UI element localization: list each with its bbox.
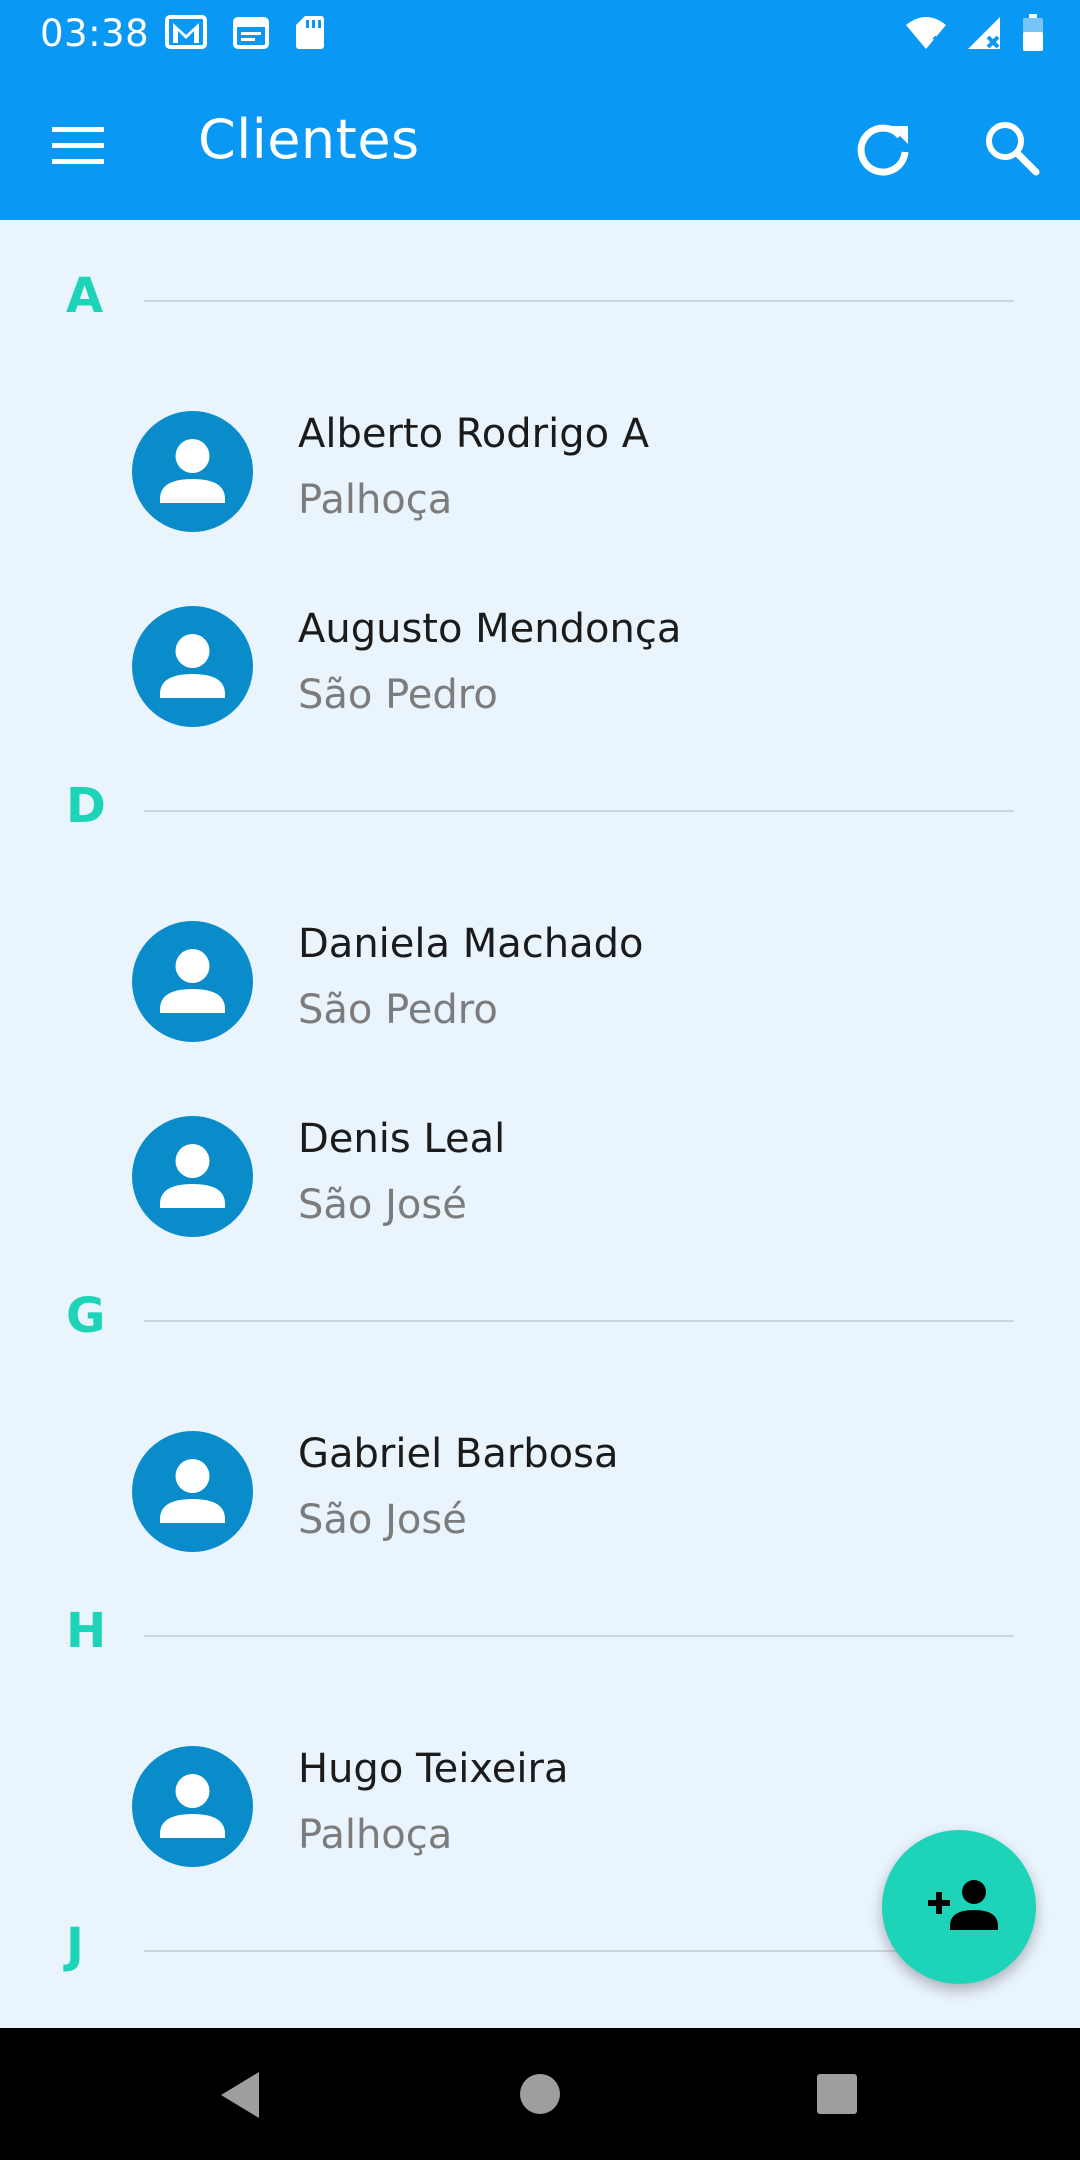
client-city: Palhoça <box>298 1812 453 1858</box>
client-name: Augusto Mendonça <box>298 606 682 652</box>
home-icon[interactable] <box>518 2072 562 2116</box>
avatar-person-icon <box>132 411 253 532</box>
client-item[interactable]: Alberto Rodrigo A Palhoça <box>0 385 1080 565</box>
avatar-person-icon <box>132 1431 253 1552</box>
client-name: Gabriel Barbosa <box>298 1431 619 1477</box>
avatar-person-icon <box>132 921 253 1042</box>
section-header-g: G <box>0 1280 1080 1360</box>
client-item[interactable]: Daniela Machado São Pedro <box>0 895 1080 1075</box>
avatar-person-icon <box>132 1116 253 1237</box>
client-name: Daniela Machado <box>298 921 644 967</box>
avatar-person-icon <box>132 1746 253 1867</box>
client-name: Alberto Rodrigo A <box>298 411 650 457</box>
section-divider <box>144 1320 1014 1322</box>
wifi-off-icon <box>904 15 948 55</box>
client-item[interactable]: Gabriel Barbosa São José <box>0 1405 1080 1585</box>
gmail-icon <box>165 14 207 54</box>
avatar-person-icon <box>132 606 253 727</box>
back-icon[interactable] <box>215 2070 265 2120</box>
signal-off-icon <box>966 15 1004 55</box>
client-name: Denis Leal <box>298 1116 506 1162</box>
section-letter: D <box>66 778 106 834</box>
section-letter: J <box>66 1918 84 1974</box>
client-city: São Pedro <box>298 987 498 1033</box>
client-city: São Pedro <box>298 672 498 718</box>
add-client-button[interactable] <box>882 1830 1036 1984</box>
battery-icon <box>1022 14 1044 56</box>
client-item[interactable]: Augusto Mendonça São Pedro <box>0 580 1080 760</box>
status-bar: 03:38 <box>0 0 1080 68</box>
recents-icon[interactable] <box>815 2072 859 2116</box>
refresh-button[interactable] <box>848 114 918 184</box>
client-city: Palhoça <box>298 477 453 523</box>
section-divider <box>144 1635 1014 1637</box>
section-header-a: A <box>0 260 1080 340</box>
sd-card-icon <box>295 14 325 54</box>
refresh-icon <box>857 124 909 176</box>
client-item[interactable]: Denis Leal São José <box>0 1090 1080 1270</box>
app-bar: Clientes <box>0 68 1080 220</box>
status-time: 03:38 <box>40 12 150 55</box>
add-person-icon <box>928 1880 998 1930</box>
section-divider <box>144 810 1014 812</box>
section-letter: G <box>66 1288 106 1344</box>
navigation-bar <box>0 2028 1080 2160</box>
section-header-d: D <box>0 770 1080 850</box>
app-title: Clientes <box>198 108 420 171</box>
client-name: Hugo Teixeira <box>298 1746 569 1792</box>
section-letter: A <box>66 268 104 324</box>
menu-button[interactable] <box>40 110 110 180</box>
section-header-h: H <box>0 1595 1080 1675</box>
section-divider <box>144 300 1014 302</box>
search-button[interactable] <box>978 114 1048 184</box>
client-city: São José <box>298 1182 467 1228</box>
search-icon <box>986 122 1040 176</box>
hamburger-menu-icon <box>52 127 104 164</box>
section-letter: H <box>66 1603 107 1659</box>
calendar-icon <box>233 14 269 54</box>
client-city: São José <box>298 1497 467 1543</box>
